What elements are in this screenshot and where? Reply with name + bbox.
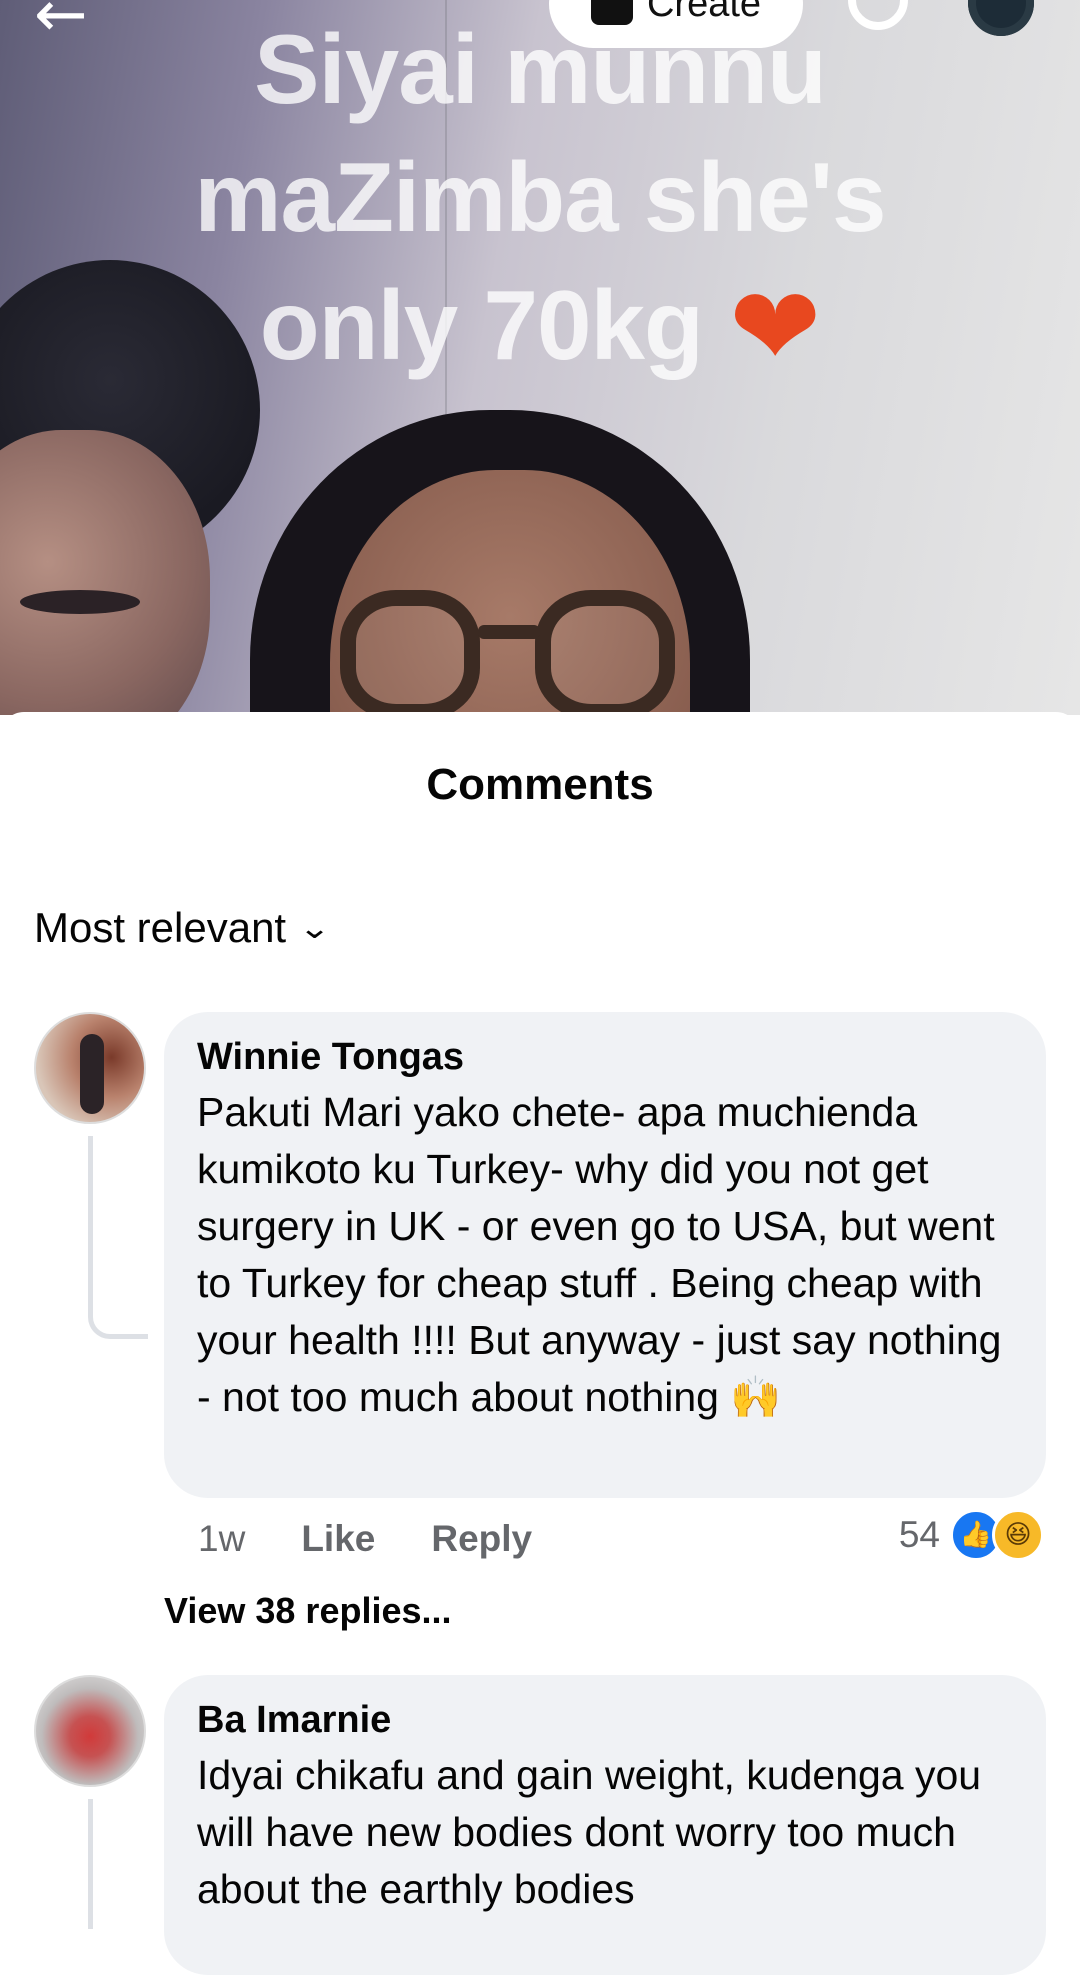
view-replies-link[interactable]: View 38 replies... — [164, 1590, 452, 1632]
comment-text: Pakuti Mari yako chete- apa muchienda ku… — [197, 1089, 1002, 1420]
comment-bubble[interactable]: Winnie Tongas Pakuti Mari yako chete- ap… — [164, 1012, 1046, 1498]
speaker-glasses-left — [340, 590, 480, 715]
thread-connector — [88, 1309, 148, 1339]
sort-dropdown[interactable]: Most relevant ⌄ — [34, 904, 331, 952]
speaker-glasses-bridge — [478, 625, 540, 639]
reply-button[interactable]: Reply — [431, 1518, 532, 1560]
thread-line — [88, 1136, 93, 1314]
avatar[interactable] — [34, 1675, 146, 1787]
back-arrow-icon[interactable]: ← — [34, 0, 88, 52]
reaction-count: 54 — [898, 1514, 940, 1555]
thread-line — [88, 1799, 93, 1929]
create-label: Create — [646, 0, 762, 25]
comment-text: Idyai chikafu and gain weight, kudenga y… — [197, 1752, 982, 1912]
camera-icon — [590, 0, 633, 25]
reaction-summary[interactable]: 54 👍 😆 — [899, 1509, 1044, 1561]
avatar[interactable] — [34, 1012, 146, 1124]
like-button[interactable]: Like — [301, 1518, 375, 1560]
heart-emoji: ❤ — [729, 263, 821, 391]
video-player[interactable]: Siyai munnu maZimba she's only 70kg ❤ ← … — [0, 0, 1080, 715]
comment-actions: 1w Like Reply — [198, 1518, 532, 1560]
comment-author[interactable]: Ba Imarnie — [197, 1697, 1012, 1743]
haha-reaction-icon: 😆 — [992, 1509, 1044, 1561]
caption-line-with-emoji: only 70kg ❤ — [0, 261, 1080, 391]
sort-label: Most relevant — [34, 904, 287, 951]
create-button[interactable]: Create — [549, 0, 803, 48]
caption-line: only 70kg — [259, 270, 704, 380]
video-caption: Siyai munnu maZimba she's only 70kg ❤ — [0, 5, 1080, 391]
poster-figure-eye — [20, 590, 140, 614]
caption-line: Siyai munnu — [254, 14, 827, 124]
sheet-title: Comments — [426, 760, 654, 809]
comments-sheet: Comments Most relevant ⌄ Winnie Tongas P… — [0, 712, 1080, 1975]
caption-line: maZimba she's — [194, 142, 886, 252]
comment-bubble[interactable]: Ba Imarnie Idyai chikafu and gain weight… — [164, 1675, 1046, 1975]
speaker-glasses-right — [535, 590, 675, 715]
comment-time[interactable]: 1w — [198, 1518, 245, 1560]
comment-author[interactable]: Winnie Tongas — [197, 1034, 1012, 1080]
chevron-down-icon: ⌄ — [298, 910, 332, 946]
